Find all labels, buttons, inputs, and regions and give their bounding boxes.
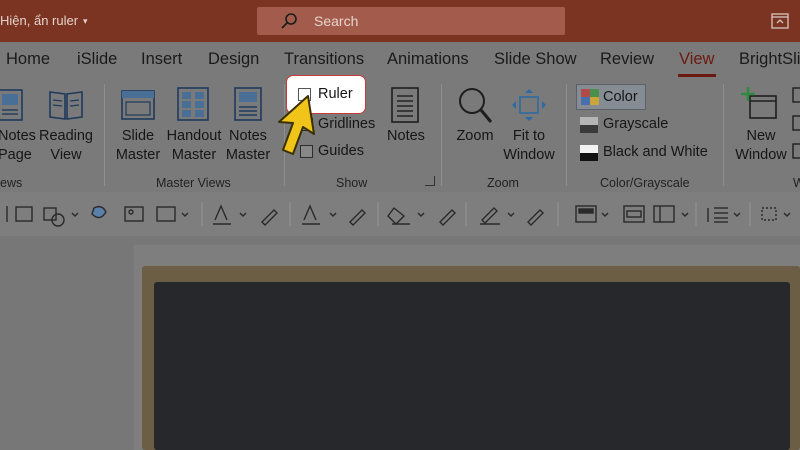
handout-master-button[interactable]: Handout Master	[164, 127, 224, 165]
quick-toolbar-icons	[6, 202, 791, 227]
chevron-down-icon[interactable]: ▾	[83, 16, 88, 26]
notes-master-button[interactable]: Notes Master	[224, 127, 272, 165]
group-label-presentation-views: ews	[0, 176, 23, 190]
zoom-button[interactable]: Zoom	[452, 127, 498, 146]
handout-master-icon	[177, 87, 209, 121]
yellow-arrow-pointer-icon	[278, 95, 315, 155]
notes-page-icon	[0, 89, 23, 121]
group-label-zoom: Zoom	[487, 176, 519, 190]
document-title-text: Hiện, ẩn ruler	[0, 13, 79, 28]
tab-review[interactable]: Review	[600, 50, 654, 69]
slide-master-icon	[121, 90, 155, 120]
notes-icon	[391, 87, 419, 123]
ruler-label[interactable]: Ruler	[318, 86, 353, 102]
reading-view-icon	[49, 91, 83, 120]
grayscale-button[interactable]: Grayscale	[603, 116, 668, 132]
tab-islide[interactable]: iSlide	[77, 50, 117, 69]
gridlines-label[interactable]: Gridlines	[318, 116, 375, 132]
black-and-white-icon	[580, 145, 598, 161]
quick-toolbar	[0, 192, 800, 236]
fit-to-window-button[interactable]: Fit to Window	[500, 127, 558, 165]
document-title[interactable]: Hiện, ẩn ruler ▾	[0, 13, 88, 28]
color-label: Color	[603, 89, 638, 105]
reading-view-button[interactable]: Reading View	[38, 127, 94, 165]
tab-animations[interactable]: Animations	[387, 50, 469, 69]
ribbon-panel: Notes Page Reading View ews Slide Master	[0, 78, 800, 192]
slide-chalkboard[interactable]	[154, 282, 790, 450]
group-label-color-grayscale: Color/Grayscale	[600, 176, 690, 190]
reading-view-label-2: View	[50, 147, 82, 163]
tab-transitions[interactable]: Transitions	[284, 50, 364, 69]
notes-master-icon	[234, 87, 262, 121]
group-label-show: Show	[336, 176, 368, 190]
search-placeholder: Search	[314, 13, 359, 29]
fit-to-window-label-1: Fit to	[512, 128, 546, 144]
notes-label: Notes	[387, 128, 425, 144]
zoom-icon	[459, 88, 493, 123]
arrange-windows-icon[interactable]	[792, 86, 800, 166]
search-box[interactable]: Search	[257, 7, 565, 35]
ribbon-display-icon[interactable]	[771, 13, 789, 29]
title-bar: Hiện, ẩn ruler ▾ Search	[0, 0, 800, 42]
handout-master-label-2: Master	[171, 147, 217, 163]
color-button[interactable]: Color	[576, 84, 646, 110]
new-window-button[interactable]: New Window	[732, 127, 790, 165]
active-tab-indicator	[678, 74, 716, 77]
tab-design[interactable]: Design	[208, 50, 259, 69]
group-separator	[441, 84, 442, 186]
new-window-label-1: New	[746, 128, 776, 144]
slide-master-label-2: Master	[115, 147, 161, 163]
slide-master-label-1: Slide	[121, 128, 155, 144]
grayscale-icon	[580, 117, 598, 133]
tab-home[interactable]: Home	[6, 50, 50, 69]
guides-label[interactable]: Guides	[318, 143, 364, 159]
group-separator	[104, 84, 105, 186]
tab-brightslide[interactable]: BrightSli	[739, 50, 800, 69]
black-and-white-button[interactable]: Black and White	[603, 144, 708, 160]
tab-view[interactable]: View	[679, 50, 714, 69]
reading-view-label-1: Reading	[38, 128, 93, 144]
group-separator	[723, 84, 724, 186]
notes-master-label-1: Notes	[229, 128, 267, 144]
slide-master-button[interactable]: Slide Master	[112, 127, 164, 165]
group-separator	[566, 84, 567, 186]
fit-to-window-label-2: Window	[503, 147, 555, 163]
tab-slide-show[interactable]: Slide Show	[494, 50, 577, 69]
notes-master-label-2: Master	[225, 147, 271, 163]
new-window-icon	[741, 87, 777, 119]
tab-insert[interactable]: Insert	[141, 50, 182, 69]
group-label-master-views: Master Views	[156, 176, 231, 190]
notes-page-button[interactable]: Notes Page	[0, 127, 36, 165]
search-icon	[281, 13, 297, 29]
fit-to-window-icon	[512, 89, 546, 121]
notes-page-label-1: Notes	[0, 128, 36, 144]
notes-button[interactable]: Notes	[384, 127, 428, 146]
handout-master-label-1: Handout	[166, 128, 222, 144]
color-swatch-icon	[581, 89, 599, 105]
zoom-label: Zoom	[456, 128, 494, 144]
dialog-launcher-icon[interactable]	[425, 176, 435, 186]
new-window-label-2: Window	[735, 147, 787, 163]
notes-page-label-2: Page	[0, 147, 32, 163]
group-label-window: W	[793, 176, 800, 190]
ribbon-tabs: Home iSlide Insert Design Transitions An…	[0, 42, 800, 78]
